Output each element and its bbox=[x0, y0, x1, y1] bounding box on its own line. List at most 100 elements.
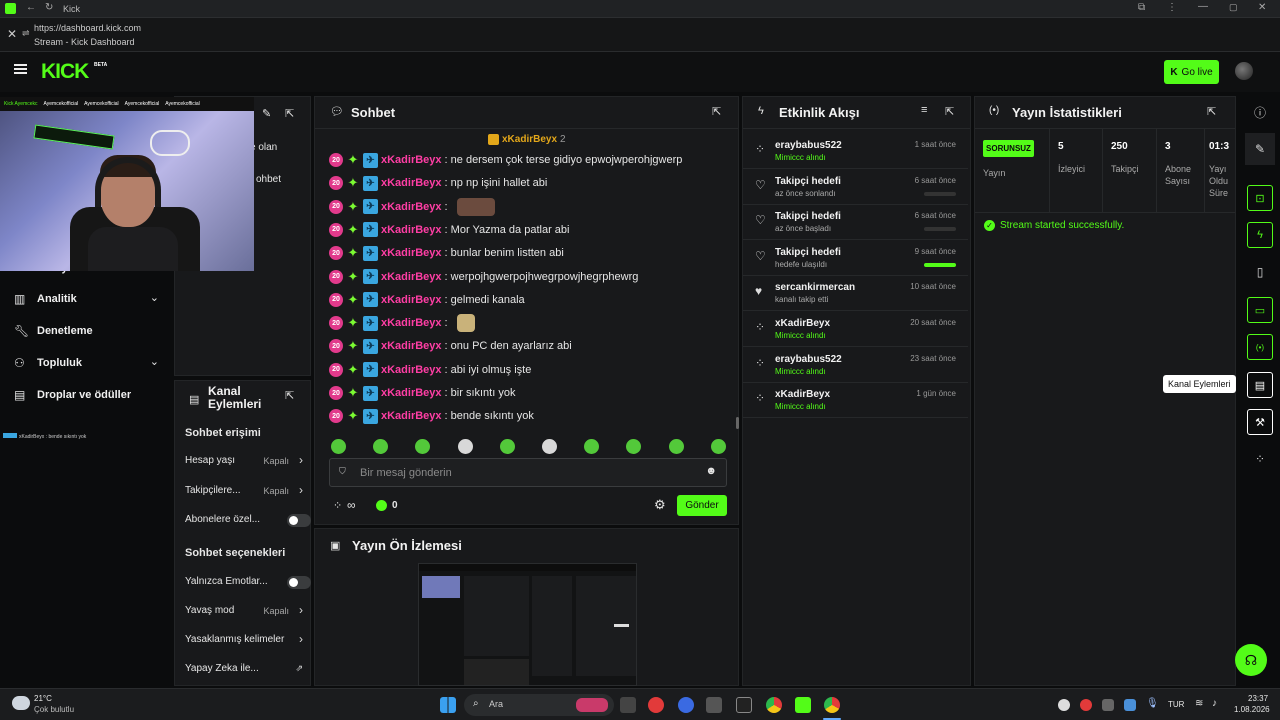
chat-scrollbar[interactable] bbox=[736, 417, 739, 429]
chrome-icon[interactable] bbox=[824, 697, 840, 713]
emote-button[interactable] bbox=[668, 439, 684, 454]
emote-button[interactable] bbox=[584, 439, 600, 454]
info-icon[interactable]: ⓘ bbox=[1247, 99, 1273, 125]
emote-button[interactable] bbox=[499, 439, 515, 454]
activity-event[interactable]: ⁘ eraybabus522 Mimiccc alındı 23 saat önce bbox=[743, 348, 968, 383]
nav-item-denetleme[interactable]: 🔧︎ Denetleme bbox=[14, 324, 159, 340]
chat-message[interactable]: 20 ✦ ✈ xKadirBeyx: werpojhgwerpojhwegrpowjh… bbox=[329, 267, 638, 287]
chat-username[interactable]: xKadirBeyx bbox=[381, 317, 442, 329]
pencil-icon[interactable]: ✎ bbox=[1247, 136, 1273, 162]
chat-message[interactable]: 20 ✦ ✈ xKadirBeyx: onu PC den ayarlarız abi bbox=[329, 336, 572, 356]
reload-icon[interactable]: ↻ bbox=[45, 2, 53, 13]
nav-item-analitik[interactable]: ▥ Analitik ⌄ bbox=[14, 292, 159, 308]
chat-username[interactable]: xKadirBeyx bbox=[381, 271, 442, 283]
emote-button[interactable] bbox=[542, 439, 557, 454]
chat-message[interactable]: 20 ✦ ✈ xKadirBeyx: bunlar benim listten abi bbox=[329, 243, 564, 263]
capcut-icon[interactable] bbox=[736, 697, 752, 713]
activity-event[interactable]: ⁘ xKadirBeyx Mimiccc alındı 1 gün önce bbox=[743, 383, 968, 419]
chat-message[interactable]: 20 ✦ ✈ xKadirBeyx: bir sıkıntı yok bbox=[329, 383, 515, 403]
back-icon[interactable]: ← bbox=[26, 2, 36, 13]
chrome-icon[interactable] bbox=[766, 697, 782, 713]
app-icon[interactable] bbox=[648, 697, 664, 713]
minimize-icon[interactable]: — bbox=[1198, 1, 1208, 12]
coin-icon[interactable] bbox=[376, 500, 387, 511]
popout-icon[interactable]: ⇱ bbox=[285, 389, 294, 402]
tray-icon[interactable] bbox=[1102, 699, 1114, 711]
app-icon[interactable] bbox=[678, 697, 694, 713]
tray-icon[interactable] bbox=[1080, 699, 1092, 711]
emote-button[interactable] bbox=[626, 439, 642, 454]
chat-message[interactable]: 20 ✦ ✈ xKadirBeyx: bende sıkıntı yok bbox=[329, 406, 534, 426]
activity-event[interactable]: ♡ Takipçi hedefi az önce sonlandı 6 saat ön… bbox=[743, 170, 968, 205]
language-indicator[interactable]: TUR bbox=[1168, 700, 1184, 709]
activity-event[interactable]: ⁘ eraybabus522 Mimiccc alındı 1 saat önce bbox=[743, 134, 968, 169]
pinned-user[interactable]: xKadirBeyx 2 bbox=[488, 134, 566, 145]
taskbar-search[interactable]: ⌕ Ara bbox=[464, 694, 614, 716]
activity-event[interactable]: ⁘ xKadirBeyx Mimiccc alındı 20 saat önce bbox=[743, 312, 968, 347]
stream-preview-video[interactable] bbox=[418, 563, 637, 686]
send-button[interactable]: Gönder bbox=[677, 495, 727, 516]
nav-item-droplar[interactable]: ▤ Droplar ve ödüller bbox=[14, 388, 159, 404]
weather-icon[interactable] bbox=[12, 696, 30, 710]
emote-button[interactable] bbox=[710, 439, 726, 454]
go-live-button[interactable]: K Go live bbox=[1164, 60, 1219, 84]
chat-message[interactable]: 20 ✦ ✈ xKadirBeyx: np np işini hallet abi bbox=[329, 173, 547, 193]
volume-icon[interactable]: ♪ bbox=[1212, 698, 1217, 709]
chat-message[interactable]: 20 ✦ ✈ xKadirBeyx: bbox=[329, 313, 475, 333]
kick-app-icon[interactable] bbox=[795, 697, 811, 713]
close-icon[interactable]: ✕ bbox=[7, 27, 17, 41]
chat-username[interactable]: xKadirBeyx bbox=[381, 201, 442, 213]
followers-only-row[interactable]: Takipçilere... Kapalı › bbox=[185, 483, 303, 499]
chat-message[interactable]: 20 ✦ ✈ xKadirBeyx: ne dersem çok terse gidi… bbox=[329, 150, 682, 170]
ai-row[interactable]: Yapay Zeka ile... ⇗ bbox=[185, 663, 303, 677]
kick-points-icon[interactable]: ⁘ bbox=[333, 499, 342, 512]
app-icon[interactable] bbox=[706, 697, 722, 713]
slow-mode-row[interactable]: Yavaş mod Kapalı › bbox=[185, 603, 303, 619]
focus-icon[interactable]: ⊡ bbox=[1247, 185, 1273, 211]
chat-username[interactable]: xKadirBeyx bbox=[381, 154, 442, 166]
lightning-icon[interactable]: ϟ bbox=[1247, 222, 1273, 248]
maximize-icon[interactable]: ▢ bbox=[1229, 2, 1238, 13]
activity-event[interactable]: ♡ Takipçi hedefi hedefe ulaşıldı 9 saat önc… bbox=[743, 241, 968, 276]
file-explorer-icon[interactable] bbox=[620, 697, 636, 713]
kick-logo[interactable]: KICK bbox=[41, 60, 89, 84]
wifi-icon[interactable]: ≋ bbox=[1195, 698, 1203, 709]
chat-username[interactable]: xKadirBeyx bbox=[381, 224, 442, 236]
broadcast-icon[interactable]: (•) bbox=[1247, 334, 1273, 360]
url-text[interactable]: https://dashboard.kick.com bbox=[34, 23, 141, 33]
gear-icon[interactable]: ⚙ bbox=[654, 497, 666, 513]
wrench-icon[interactable]: ⚒ bbox=[1247, 409, 1273, 435]
subscribers-only-row[interactable]: Abonelere özel... bbox=[185, 514, 311, 528]
popout-icon[interactable]: ⇱ bbox=[1207, 105, 1216, 118]
tray-icon[interactable] bbox=[1124, 699, 1136, 711]
activity-event[interactable]: ♥ sercankirmercan kanalı takip etti 10 saat… bbox=[743, 276, 968, 312]
activity-event[interactable]: ♡ Takipçi hedefi az önce başladı 6 saat önc… bbox=[743, 205, 968, 241]
close-window-icon[interactable]: ✕ bbox=[1258, 2, 1266, 13]
clock-time[interactable]: 23:37 bbox=[1248, 694, 1268, 703]
kick-points-icon[interactable]: ⁘ bbox=[1247, 446, 1273, 472]
subscribers-only-toggle[interactable] bbox=[287, 514, 311, 527]
chat-username[interactable]: xKadirBeyx bbox=[381, 387, 442, 399]
emotes-only-toggle[interactable] bbox=[287, 576, 311, 589]
popout-icon[interactable]: ⇱ bbox=[945, 105, 954, 118]
emote-button[interactable] bbox=[457, 439, 473, 454]
chat-username[interactable]: xKadirBeyx bbox=[381, 364, 442, 376]
popout-icon[interactable]: ⇱ bbox=[285, 107, 294, 120]
site-settings-icon[interactable]: ⇌ bbox=[22, 28, 30, 39]
windows-start-icon[interactable] bbox=[440, 697, 456, 713]
emotes-only-row[interactable]: Yalnızca Emotlar... bbox=[185, 576, 311, 590]
chat-message[interactable]: 20 ✦ ✈ xKadirBeyx: Mor Yazma da patlar abi bbox=[329, 220, 569, 240]
chat-username[interactable]: xKadirBeyx bbox=[381, 294, 442, 306]
chat-message[interactable]: 20 ✦ ✈ xKadirBeyx: bbox=[329, 197, 495, 217]
account-age-row[interactable]: Hesap yaşı Kapalı › bbox=[185, 453, 303, 469]
nav-item-topluluk[interactable]: ⚇ Topluluk ⌄ bbox=[14, 356, 159, 372]
chat-username[interactable]: xKadirBeyx bbox=[381, 247, 442, 259]
microphone-icon[interactable]: 🎙︎ bbox=[1146, 698, 1159, 709]
menu-icon[interactable]: ⋮ bbox=[1167, 2, 1177, 13]
emote-button[interactable] bbox=[373, 439, 389, 454]
banned-words-row[interactable]: Yasaklanmış kelimeler › bbox=[185, 632, 303, 648]
clock-date[interactable]: 1.08.2026 bbox=[1234, 705, 1270, 714]
chat-username[interactable]: xKadirBeyx bbox=[381, 410, 442, 422]
chat-message[interactable]: 20 ✦ ✈ xKadirBeyx: abi iyi olmuş işte bbox=[329, 360, 531, 380]
popout-icon[interactable]: ⇱ bbox=[712, 105, 721, 118]
